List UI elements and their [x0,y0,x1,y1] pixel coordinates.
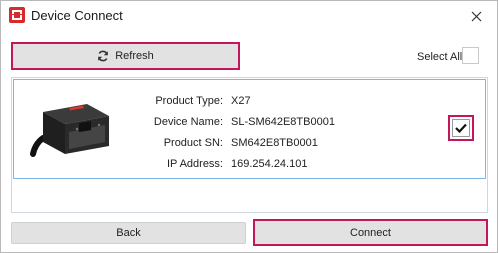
app-logo-icon [9,7,25,23]
device-name-label: Device Name: [153,116,223,128]
checkbox-box [452,119,470,137]
connect-button[interactable]: Connect [253,219,488,246]
product-type-value: X27 [231,95,251,107]
refresh-icon [98,50,109,62]
device-list-item[interactable]: Product Type: X27 Device Name: SL-SM642E… [13,79,486,179]
product-sn-label: Product SN: [163,137,223,149]
product-type-label: Product Type: [155,95,223,107]
refresh-button[interactable]: Refresh [11,42,240,70]
device-select-checkbox[interactable] [448,115,474,141]
refresh-label: Refresh [115,50,154,62]
close-button[interactable] [463,5,489,27]
select-all-checkbox[interactable] [462,47,479,64]
device-connect-window: Device Connect Refresh Select All Produc… [0,0,498,253]
ip-address-value: 169.254.24.101 [231,158,308,170]
back-button[interactable]: Back [11,222,246,244]
ip-address-label: IP Address: [166,158,223,170]
checkmark-icon [455,123,467,133]
close-icon [471,11,481,21]
device-list: Product Type: X27 Device Name: SL-SM642E… [11,77,488,213]
device-name-value: SL-SM642E8TB0001 [231,116,335,128]
window-title: Device Connect [31,8,123,23]
select-all-label: Select All [417,51,463,63]
product-sn-value: SM642E8TB0001 [231,137,318,149]
title-bar: Device Connect [1,1,497,31]
